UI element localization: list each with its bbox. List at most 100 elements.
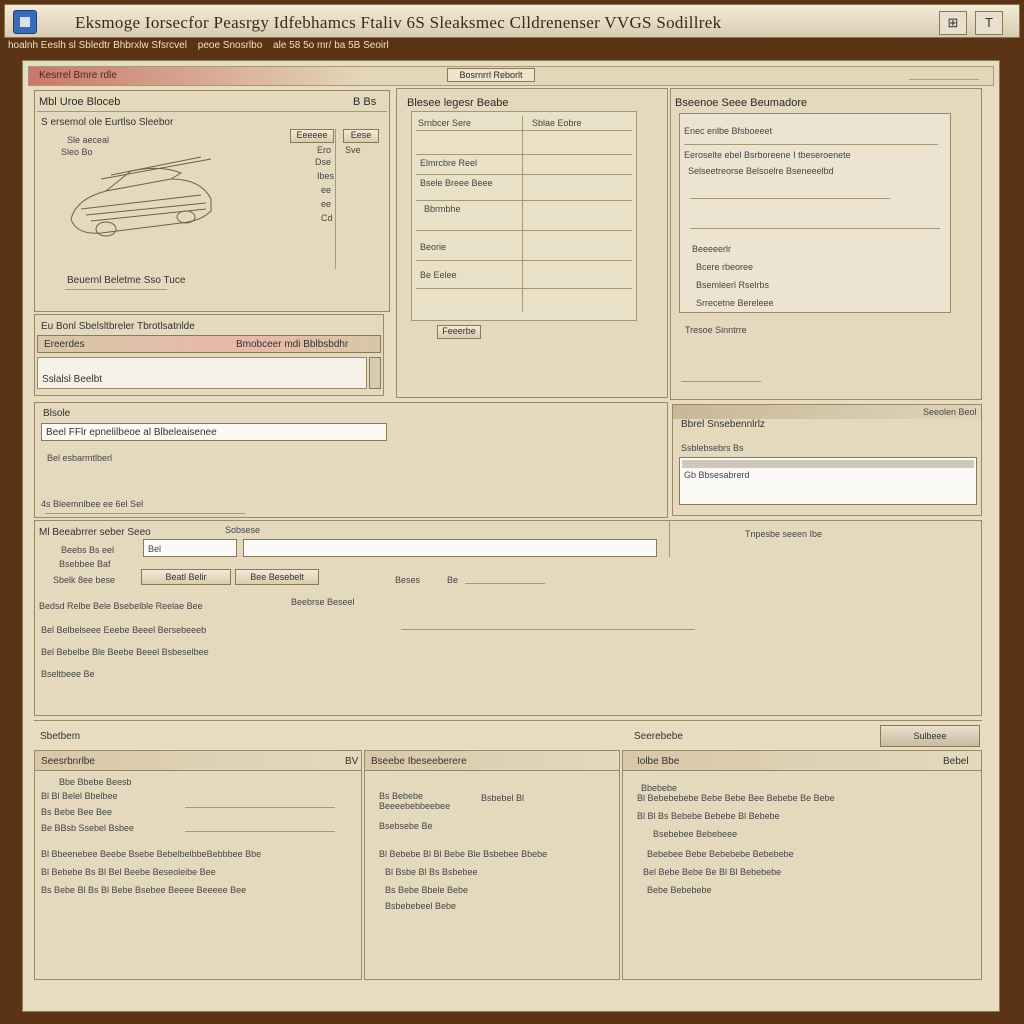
fault-list[interactable]: Sslalsl Beelbt <box>37 357 367 389</box>
grid-cell: Sblae Eobre <box>532 118 582 128</box>
divider <box>185 807 335 808</box>
bottom-right-button[interactable]: Sulbeee <box>880 725 980 747</box>
channel-row: Ssblebsebrs Bs <box>681 443 744 453</box>
option-button[interactable]: Eese <box>343 129 379 143</box>
panel-title: Seesrbnrlbe <box>41 756 95 767</box>
list-item: Eeroselte ebel Bsrboreene I tbeseroenete <box>684 150 851 160</box>
detail-row: Bl Bbeenebee Beebe Bsebe BebelbelbbeBebb… <box>41 849 262 859</box>
grid-cell: Elmrcbre Reel <box>420 158 478 168</box>
list-item: Bl Bebebebebe Bebe Bebe Bee Bebebe Be Be… <box>637 793 835 803</box>
data-panel: Blesee legesr Beabe Srnbcer Sere Sblae E… <box>396 88 668 398</box>
scrollbar[interactable] <box>369 357 381 389</box>
fault-panel: Eu Bonl Sbelsltbreler Tbrotlsatnlde Eree… <box>34 314 384 396</box>
divider <box>65 289 167 290</box>
list-item: Bel Bebe Bebe Be Bl Bl Bebebebe <box>643 867 782 877</box>
mid-value: Be <box>447 575 459 585</box>
detail-row: Bs Bebe Bl Bs Bl Bebe Bsebee Beeee Beeee… <box>41 885 247 895</box>
menu-item[interactable]: peoe Snosrlbo <box>198 40 263 51</box>
menu-item[interactable]: ale 58 5o mr/ ba 5B Seoirl <box>273 40 389 51</box>
list-header <box>682 460 974 468</box>
list-item: Bl Bl Belel Bbelbee <box>41 791 118 801</box>
value-label: Ibes <box>317 171 335 181</box>
adapter-panel: Bseenoe Seee Beumadore Enec enlbe Bfsboe… <box>670 88 982 400</box>
list-item: Bcere rbeoree <box>696 262 754 272</box>
panel-title-right: Bebel <box>943 756 969 767</box>
label: Sle aeceal <box>67 135 110 145</box>
grid-line <box>416 130 632 131</box>
grid-line <box>416 230 632 231</box>
row-label: Ereerdes <box>44 339 85 350</box>
header-strip: Kesrrel Bmre rdle Bosrnrrl Reborlt <box>28 66 994 86</box>
channel-list[interactable]: Gb Bbsesabrerd <box>679 457 977 505</box>
field-label: Bsebbee Baf <box>59 559 111 569</box>
panel-title-right: Seeolen Beol <box>923 407 977 417</box>
menu-item[interactable]: hoalnh Eeslh sl Sbledtr Bhbrxlw Sfsrcvel <box>8 40 187 51</box>
mid-label: Beses <box>395 575 421 585</box>
panel-subtitle: S ersemol ole Eurtlso Sleebor <box>41 117 174 128</box>
header-tab[interactable]: Bosrnrrl Reborlt <box>447 68 535 82</box>
bottom-left-panel: Seesrbnrlbe BV Bbe Bbebe Beesb Bl Bl Bel… <box>34 750 362 980</box>
list-item: Bsebebee Bebebeee <box>653 829 738 839</box>
grid-line <box>416 260 632 261</box>
field-label: Sbelk 8ee bese <box>53 575 116 585</box>
list-item: Bebe Bebebebe <box>647 885 712 895</box>
list-item: Bedsd Relbe Bele Bsebelble Reelae Bee <box>39 601 203 611</box>
fault-row[interactable]: Ereerdes Bmobceer mdi Bblbsbdhr <box>37 335 381 353</box>
list-item: 4s Bleemnlbee ee 6el Sel <box>41 499 144 509</box>
divider <box>45 513 245 514</box>
value-label: Cd <box>321 213 333 223</box>
detail-row: Bl Bsbe Bl Bs Bsbebee <box>385 867 478 877</box>
data-button[interactable]: Feeerbe <box>437 325 481 339</box>
divider <box>465 583 545 584</box>
list-item: Bbe Bbebe Beesb <box>59 777 132 787</box>
row-value: Beebrse Beseel <box>291 597 355 607</box>
detail-row: Bl Bebebe Bl Bl Bebe Ble Bsbebee Bbebe <box>379 849 548 859</box>
list-item: Bs Bebebe <box>379 791 424 801</box>
bottom-right-panel: Iolbe Bbe Bebel Bbebebe Bl Bebebebebe Be… <box>622 750 982 980</box>
panel-title: Bseenoe Seee Beumadore <box>675 97 808 109</box>
divider <box>690 228 940 229</box>
right-label: Tnpesbe seeen Ibe <box>745 529 823 539</box>
panel-footer: Tresoe Sinntrre <box>685 325 747 335</box>
divider <box>37 111 387 112</box>
bottom-mid-panel: Bseebe Ibeseeberere Bs Bebebe Beeeebebbe… <box>364 750 620 980</box>
value-label: ee <box>321 185 332 195</box>
grid-line <box>416 174 632 175</box>
detail-row: Bs Bebe Bbele Bebe <box>385 885 469 895</box>
grid-cell: Srnbcer Sere <box>418 118 472 128</box>
divider <box>669 521 670 557</box>
measure-panel: Ml Beeabrrer seber Seeo Sobsese Beebs Bs… <box>34 520 982 716</box>
measure-tab[interactable]: Sobsese <box>225 525 260 535</box>
measure-input[interactable]: Bel <box>143 539 237 557</box>
adapter-list: Enec enlbe Bfsboeeet Eeroselte ebel Bsrb… <box>679 113 951 313</box>
list-item[interactable]: Gb Bbsesabrerd <box>684 470 750 480</box>
car-wireframe-icon <box>70 156 212 237</box>
grid-line <box>416 288 632 289</box>
input-value: Beel FFlr epnelilbeoe al Blbeleaisenee <box>46 427 217 438</box>
divider <box>401 629 695 630</box>
list-item: Be BBsb Ssebel Bsbee <box>41 823 135 833</box>
input-value: Bel <box>148 544 162 554</box>
panel-title-right: B Bs <box>353 96 377 108</box>
panel-title: Ml Beeabrrer seber Seeo <box>39 527 151 538</box>
value-label: Sve <box>345 145 361 155</box>
close-button[interactable]: T <box>975 11 1003 35</box>
measure-button[interactable]: Beatl Belir <box>141 569 231 585</box>
panel-title: Blsole <box>43 408 71 419</box>
list-item: Beeeebebbeebee <box>379 801 451 811</box>
list-item: Bs Bebe Bee Bee <box>41 807 113 817</box>
value-label: ee <box>321 199 332 209</box>
option-button[interactable]: Eeeeee <box>290 129 334 143</box>
measure-button[interactable]: Bee Besebelt <box>235 569 319 585</box>
maximize-button[interactable]: ⊞ <box>939 11 967 35</box>
list-item: Bebebee Bebe Bebebebe Bebebebe <box>647 849 794 859</box>
header-label: Kesrrel Bmre rdle <box>39 70 117 81</box>
header-divider <box>909 70 979 80</box>
panel-title: Eu Bonl Sbelsltbreler Tbrotlsatnlde <box>41 321 195 332</box>
controller-input[interactable]: Beel FFlr epnelilbeoe al Blbeleaisenee <box>41 423 387 441</box>
divider <box>681 381 761 382</box>
measure-value-field[interactable] <box>243 539 657 557</box>
grid-line <box>522 116 523 312</box>
grid-line <box>416 154 632 155</box>
bottom-left-label: Sbetbem <box>40 731 81 742</box>
